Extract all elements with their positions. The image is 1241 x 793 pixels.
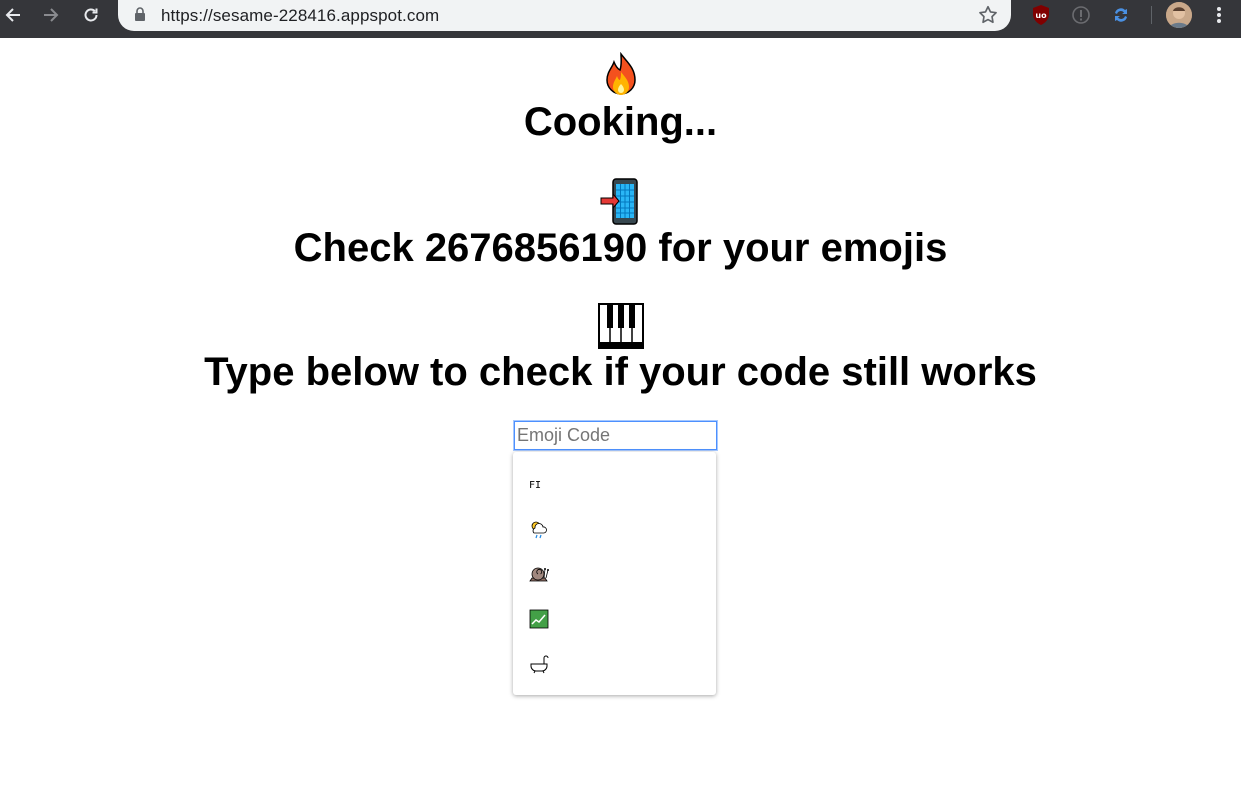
- bathtub-icon: [530, 655, 549, 674]
- profile-avatar[interactable]: [1166, 2, 1192, 28]
- reload-icon[interactable]: [78, 4, 104, 26]
- chart-increasing-icon: [529, 609, 549, 629]
- kebab-menu-icon[interactable]: [1207, 3, 1231, 27]
- status-section-cooking: Cooking...: [0, 52, 1241, 144]
- snail-icon: [529, 567, 549, 582]
- dropdown-item-bathtub[interactable]: [529, 652, 553, 676]
- mobile-phone-arrow-icon: [600, 178, 638, 225]
- status-section-type-code: Type below to check if your code still w…: [0, 302, 1241, 394]
- address-bar[interactable]: https://sesame-228416.appspot.com: [118, 0, 1011, 31]
- ublock-icon[interactable]: uo: [1029, 3, 1053, 27]
- dropdown-item-fi[interactable]: FI: [529, 473, 553, 497]
- sync-arrows-icon[interactable]: [1109, 3, 1133, 27]
- dropdown-item-label: FI: [529, 479, 542, 491]
- browser-toolbar: https://sesame-228416.appspot.com uo: [0, 0, 1241, 38]
- back-arrow-icon[interactable]: [0, 4, 26, 26]
- piano-keys-icon: [597, 303, 644, 349]
- autocomplete-dropdown: FI: [513, 452, 716, 695]
- forward-arrow-icon[interactable]: [38, 4, 64, 26]
- emoji-code-input[interactable]: [513, 420, 718, 451]
- status-section-check-phone: Check 2676856190 for your emojis: [0, 178, 1241, 270]
- extension-info-icon[interactable]: [1069, 3, 1093, 27]
- toolbar-divider: [1151, 6, 1152, 24]
- dropdown-item-chart-increasing[interactable]: [529, 607, 553, 631]
- fire-icon: [605, 52, 636, 95]
- sun-behind-rain-cloud-icon: [531, 521, 547, 539]
- type-code-heading: Type below to check if your code still w…: [204, 350, 1037, 394]
- cooking-heading: Cooking...: [523, 100, 718, 144]
- svg-text:uo: uo: [1035, 11, 1047, 20]
- dropdown-item-snail[interactable]: [529, 562, 553, 586]
- url-text[interactable]: https://sesame-228416.appspot.com: [161, 6, 439, 26]
- bookmark-star-icon[interactable]: [977, 4, 999, 31]
- lock-icon: [134, 7, 146, 27]
- check-phone-heading: Check 2676856190 for your emojis: [293, 226, 948, 270]
- dropdown-item-sun-behind-rain-cloud[interactable]: [529, 517, 553, 541]
